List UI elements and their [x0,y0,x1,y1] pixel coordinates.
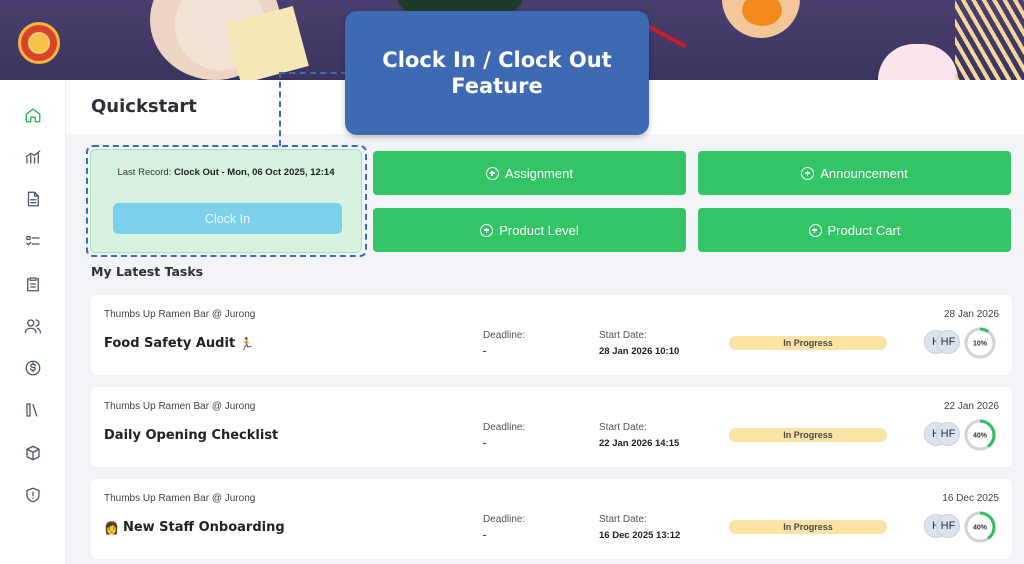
library-icon[interactable] [24,401,42,419]
box-icon[interactable] [24,444,42,462]
avatar[interactable]: HF [936,514,960,538]
task-name-row[interactable]: Daily Opening Checklist [104,428,278,443]
announcement-button[interactable]: Announcement [698,151,1011,195]
task-location: Thumbs Up Ramen Bar @ Jurong [104,493,256,504]
progress-text: 40% [973,525,988,532]
product-cart-label: Product Cart [827,222,901,238]
page-title: Quickstart [91,96,197,117]
progress-ring: 40% [964,511,996,543]
assignment-label: Assignment [505,165,573,181]
plus-circle-icon [486,166,500,180]
callout-line-2: Feature [451,74,543,98]
task-date: 16 Dec 2025 [942,493,999,504]
clipboard-icon[interactable] [24,275,42,293]
task-card[interactable]: Thumbs Up Ramen Bar @ Jurong Daily Openi… [91,387,1012,467]
users-icon[interactable] [24,317,42,335]
dollar-icon[interactable] [24,359,42,377]
task-name-row[interactable]: Food Safety Audit 🏃 [104,336,254,351]
task-name: New Staff Onboarding [122,520,285,535]
home-icon[interactable] [24,106,42,124]
product-level-label: Product Level [499,222,579,238]
status-badge: In Progress [729,428,887,442]
deadline-label: Deadline: [483,422,526,433]
plus-circle-icon [480,223,494,237]
avatar[interactable]: HF [936,422,960,446]
task-date: 28 Jan 2026 [943,309,999,320]
shield-icon[interactable] [24,486,42,504]
start-date-label: Start Date: [599,514,647,525]
task-emoji: 🏃 [239,336,255,351]
brand-logo[interactable] [18,22,60,64]
deadline-value: - [483,530,487,541]
announcement-label: Announcement [820,165,908,181]
deadline-label: Deadline: [483,514,526,525]
start-date-value: 16 Dec 2025 13:12 [599,530,681,541]
task-date: 22 Jan 2026 [943,401,999,412]
start-date-value: 22 Jan 2026 14:15 [599,438,680,449]
callout-connector [279,72,347,146]
plus-circle-icon [801,166,815,180]
plus-circle-icon [808,223,822,237]
task-name: Daily Opening Checklist [104,428,279,443]
banner-decoration [955,0,1024,80]
task-location: Thumbs Up Ramen Bar @ Jurong [104,309,256,320]
progress-text: 40% [973,433,988,440]
task-card[interactable]: Thumbs Up Ramen Bar @ Jurong Food Safety… [91,295,1012,375]
task-location: Thumbs Up Ramen Bar @ Jurong [104,401,256,412]
deadline-label: Deadline: [483,330,526,341]
start-date-value: 28 Jan 2026 10:10 [599,346,680,357]
status-badge: In Progress [729,520,887,534]
banner-decoration [878,44,958,80]
chart-icon[interactable] [24,148,42,166]
product-cart-button[interactable]: Product Cart [698,208,1011,252]
task-name-row[interactable]: 👩 New Staff Onboarding [104,520,285,535]
product-level-button[interactable]: Product Level [373,208,686,252]
status-badge: In Progress [729,336,887,350]
task-emoji: 👩 [104,520,119,535]
progress-text: 10% [973,341,988,348]
start-date-label: Start Date: [599,330,647,341]
deadline-value: - [483,346,487,357]
sidebar [0,80,66,564]
checklist-icon[interactable] [24,232,42,250]
deadline-value: - [483,438,487,449]
task-card[interactable]: Thumbs Up Ramen Bar @ Jurong 👩 New Staff… [91,479,1012,559]
section-title: My Latest Tasks [91,264,204,279]
avatar[interactable]: HF [936,330,960,354]
feature-callout: Clock In / Clock Out Feature [345,11,649,135]
start-date-label: Start Date: [599,422,647,433]
document-icon[interactable] [24,190,42,208]
progress-ring: 40% [964,419,996,451]
assignment-button[interactable]: Assignment [373,151,686,195]
progress-ring: 10% [964,327,996,359]
callout-line-1: Clock In / Clock Out [382,48,612,72]
task-name: Food Safety Audit [104,336,236,351]
highlight-frame [86,145,367,257]
